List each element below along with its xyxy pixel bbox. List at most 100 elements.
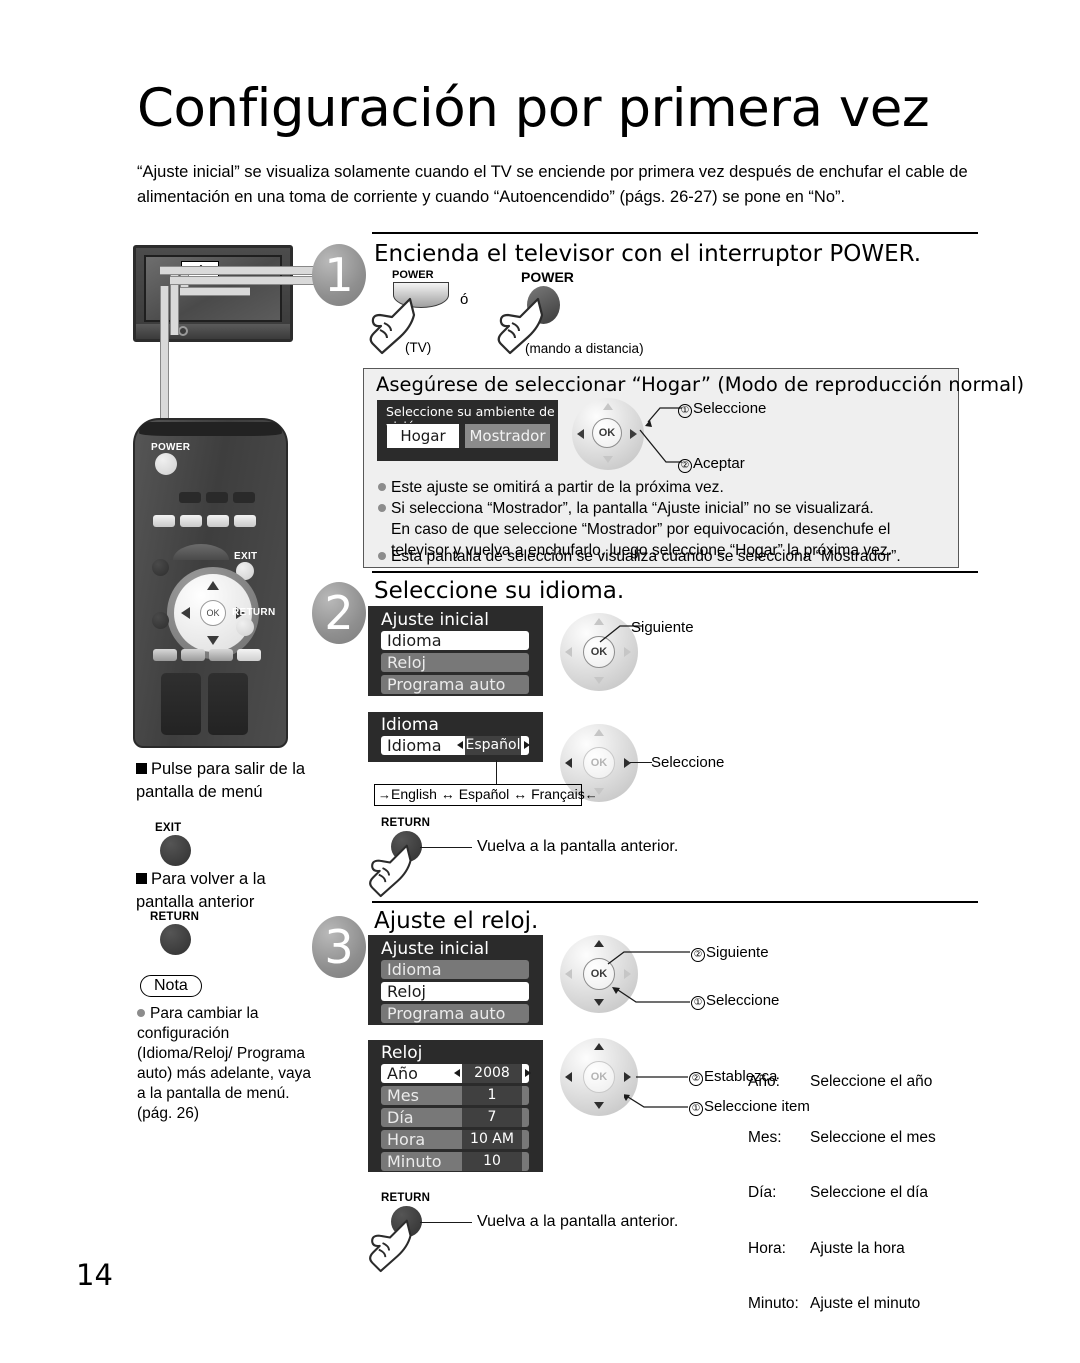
pointing-hand-icon-return-3 (369, 1219, 412, 1273)
remote-return-button[interactable] (236, 618, 254, 636)
step2-menu-row-reloj[interactable]: Reloj (381, 653, 529, 672)
bullet-dot-icon-2 (378, 504, 386, 512)
hogar-bullet-2-text: Si selecciona “Mostrador”, la pantalla “… (391, 500, 874, 517)
step3-menu-title: Ajuste inicial (381, 939, 489, 959)
step2-dpad-2-ok[interactable]: OK (583, 747, 615, 779)
step2-dpad-2-left-icon (565, 758, 572, 768)
remote-return-label: RETURN (232, 607, 276, 618)
sidebar-return-note-text: Para volver a la pantalla anterior (136, 870, 266, 911)
step3-callout-4-num: ① (689, 1102, 703, 1116)
wire-6 (180, 287, 250, 296)
step3-menu-row-programa[interactable]: Programa auto (381, 1004, 529, 1023)
remote-left-round-1[interactable] (152, 559, 169, 576)
remote-arrow-up-icon[interactable] (207, 581, 219, 590)
remote-illustration: POWER EXIT OK RETURN (133, 418, 288, 748)
step2-language-value[interactable]: Español (465, 736, 521, 755)
hogar-bullet-2: Si selecciona “Mostrador”, la pantalla “… (378, 499, 874, 520)
remote-key-c4[interactable] (237, 649, 261, 661)
step3-legend-key-ano: Año: (748, 1073, 780, 1090)
step3-legend-desc-dia: Seleccione el día (810, 1184, 929, 1201)
step3-clock-value-dia[interactable]: 7 (462, 1108, 522, 1127)
step3-dpad-1-left-icon (565, 969, 572, 979)
step3-legend: Año: Seleccione el año Mes: Seleccione el … (748, 1036, 936, 1351)
step3-return-key-label: RETURN (381, 1192, 431, 1204)
step3-dpad-2-up-icon (594, 1043, 604, 1050)
step2-menu-row-idioma[interactable]: Idioma (381, 631, 529, 650)
step3-clock-value-ano[interactable]: 2008 (462, 1064, 522, 1083)
step3-legend-row-dia: Día: Seleccione el día (748, 1184, 936, 1203)
note-text: Para cambiar la configuración (Idioma/Re… (137, 1004, 312, 1124)
step2-dpad-1-right-icon (624, 647, 631, 657)
sidebar-return-key-button[interactable] (160, 924, 191, 955)
hogar-dpad-ok[interactable]: OK (592, 418, 622, 448)
square-bullet-icon (136, 763, 147, 774)
hogar-callout-leaders (639, 407, 682, 463)
step3-clock-left-arrow-icon[interactable] (454, 1069, 460, 1077)
hogar-bullet-2b: En caso de que seleccione “Mostrador” po… (391, 521, 891, 538)
step2-language-cycle-text: English ↔ Español ↔ Français (391, 786, 585, 802)
square-bullet-icon-2 (136, 873, 147, 884)
remote-arrow-left-icon[interactable] (181, 607, 190, 619)
remote-key-b4[interactable] (234, 515, 256, 527)
step3-clock-value-hora[interactable]: 10 AM (462, 1130, 522, 1149)
remote-key-b2[interactable] (180, 515, 202, 527)
remote-key-a1[interactable] (179, 492, 201, 503)
step-1-or: ó (460, 291, 469, 308)
remote-ok-button[interactable]: OK (200, 600, 226, 626)
remote-power-button[interactable] (155, 453, 177, 475)
step3-clock-title: Reloj (381, 1043, 423, 1063)
step2-menu-row-programa[interactable]: Programa auto (381, 675, 529, 694)
hogar-callout-2-num: ② (678, 459, 692, 473)
step3-clock-right-arrow-icon[interactable] (525, 1069, 531, 1077)
step-1-rule (372, 232, 978, 234)
step2-menu-language: Idioma Idioma Español (368, 712, 543, 762)
step3-menu-row-reloj[interactable]: Reloj (381, 982, 529, 1001)
sidebar-exit-key-label: EXIT (155, 822, 182, 834)
step3-menu-row-idioma[interactable]: Idioma (381, 960, 529, 979)
step3-callout-1-num: ② (691, 948, 705, 962)
remote-left-round-2[interactable] (152, 612, 169, 629)
remote-key-c2[interactable] (181, 649, 205, 661)
step-2-number: 2 (312, 582, 366, 644)
step2-callout-2: Seleccione (651, 754, 725, 771)
step3-menu-clock: Reloj Año 2008 Mes 1 Día 7 Hora 10 AM Mi… (368, 1040, 543, 1172)
remote-arrow-down-icon[interactable] (207, 636, 219, 645)
remote-rocker[interactable] (173, 544, 229, 560)
hogar-option-home[interactable]: Hogar (387, 424, 459, 448)
step2-callout-2-leader (630, 762, 652, 764)
pointing-hand-icon-remote (497, 297, 544, 355)
step2-callout-1: Siguiente (631, 619, 694, 636)
remote-key-c1[interactable] (153, 649, 177, 661)
hogar-callout-1: ① Seleccione (678, 400, 766, 418)
step-1-remote-button-label: POWER (521, 269, 574, 285)
step2-language-connector (496, 760, 498, 785)
step3-callout-2: ① Seleccione (691, 992, 779, 1010)
step2-language-left-arrow-icon[interactable] (457, 741, 463, 749)
note-bullet-icon (137, 1009, 145, 1017)
manual-page: Configuración por primera vez “Ajuste in… (0, 0, 1080, 1363)
step3-dpad-2-left-icon (565, 1072, 572, 1082)
remote-key-a3[interactable] (233, 492, 255, 503)
hogar-bullet-3-text: Esta pantalla de selección se visualiza … (391, 548, 901, 565)
remote-key-a2[interactable] (206, 492, 228, 503)
hogar-callout-2-label: Aceptar (693, 455, 745, 472)
step2-language-right-arrow-icon[interactable] (524, 741, 530, 749)
remote-key-pad-right[interactable] (208, 673, 248, 735)
remote-key-b1[interactable] (153, 515, 175, 527)
step3-legend-desc-mes: Seleccione el mes (810, 1128, 936, 1146)
remote-top-bezel (139, 422, 282, 436)
step3-dpad-2-ok[interactable]: OK (583, 1061, 615, 1093)
hogar-bullet-1-text: Este ajuste se omitirá a partir de la pr… (391, 479, 724, 496)
step2-language-cycle: →English ↔ Español ↔ Français← (378, 786, 598, 802)
step3-clock-value-mes[interactable]: 1 (462, 1086, 522, 1105)
remote-key-pad-left[interactable] (161, 673, 201, 735)
remote-key-c3[interactable] (209, 649, 233, 661)
step3-return-leader (420, 1222, 472, 1224)
page-title: Configuración por primera vez (137, 78, 930, 139)
sidebar-exit-key-button[interactable] (160, 835, 191, 866)
remote-key-b3[interactable] (207, 515, 229, 527)
step3-clock-value-minuto[interactable]: 10 (462, 1152, 522, 1171)
step3-callout-3-num: ② (689, 1072, 703, 1086)
hogar-option-store[interactable]: Mostrador (465, 424, 550, 448)
hogar-bullet-3: Esta pantalla de selección se visualiza … (378, 547, 901, 568)
